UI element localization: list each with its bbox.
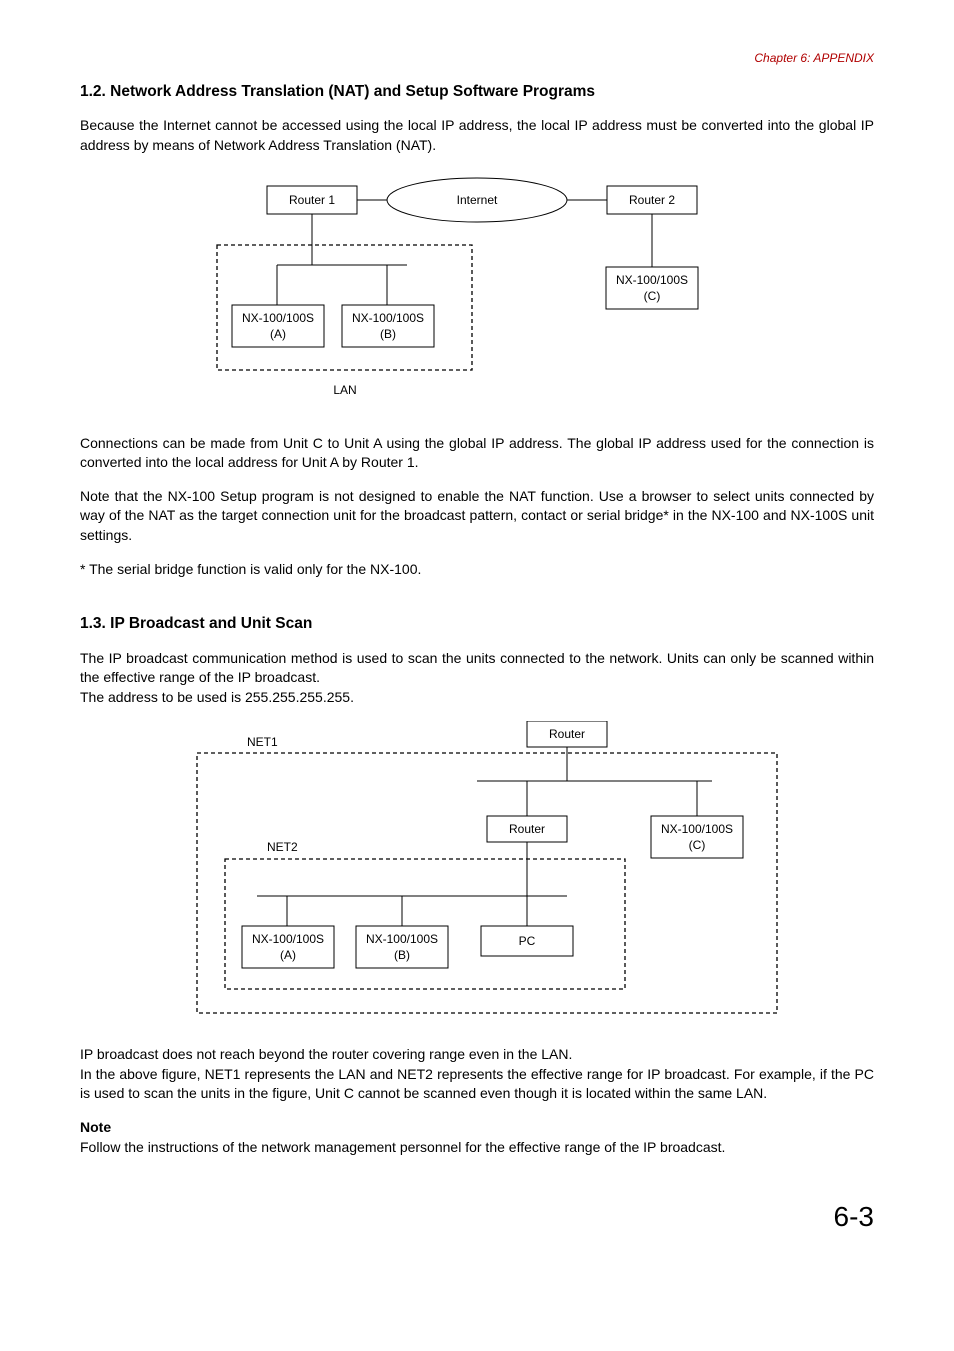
nx-a2-label-2: (A) <box>280 948 296 962</box>
chapter-header: Chapter 6: APPENDIX <box>80 50 874 67</box>
section-1-3-p1b: The address to be used is 255.255.255.25… <box>80 688 874 708</box>
section-1-2-p2: Connections can be made from Unit C to U… <box>80 434 874 473</box>
note-text: Follow the instructions of the network m… <box>80 1138 874 1158</box>
nat-diagram: Internet Router 1 Router 2 NX-100/100S (… <box>207 170 747 410</box>
nx-c-label-1: NX-100/100S <box>616 273 688 287</box>
section-1-3-p2b: In the above figure, NET1 represents the… <box>80 1065 874 1104</box>
nx-b2-label-2: (B) <box>394 948 410 962</box>
section-1-2-p3: Note that the NX-100 Setup program is no… <box>80 487 874 546</box>
page-number: 6-3 <box>80 1197 874 1236</box>
broadcast-diagram: NET1 Router Router NX-100/100S (C) NET2 … <box>157 721 797 1021</box>
nx-a-label-1: NX-100/100S <box>242 311 314 325</box>
nx-a2-label-1: NX-100/100S <box>252 932 324 946</box>
section-1-3-heading: 1.3. IP Broadcast and Unit Scan <box>80 613 874 635</box>
section-1-3-p1: The IP broadcast communication method is… <box>80 649 874 688</box>
nx-c-label-2: (C) <box>644 289 661 303</box>
nx-b-label-2: (B) <box>380 327 396 341</box>
router-top-label: Router <box>549 727 585 741</box>
nx-a-label-2: (A) <box>270 327 286 341</box>
nx-b-label-1: NX-100/100S <box>352 311 424 325</box>
section-1-2-footnote: * The serial bridge function is valid on… <box>80 560 874 580</box>
router1-label: Router 1 <box>289 193 335 207</box>
section-1-2-intro: Because the Internet cannot be accessed … <box>80 116 874 155</box>
section-1-3-p2a: IP broadcast does not reach beyond the r… <box>80 1045 874 1065</box>
lan-label: LAN <box>333 383 356 397</box>
nx-c2-label-2: (C) <box>689 838 706 852</box>
nx-c2-label-1: NX-100/100S <box>661 822 733 836</box>
nx-b2-label-1: NX-100/100S <box>366 932 438 946</box>
section-1-2-heading: 1.2. Network Address Translation (NAT) a… <box>80 81 874 103</box>
pc-label: PC <box>519 934 536 948</box>
net2-label: NET2 <box>267 840 298 854</box>
router-mid-label: Router <box>509 822 545 836</box>
internet-label: Internet <box>457 193 498 207</box>
router2-label: Router 2 <box>629 193 675 207</box>
note-heading: Note <box>80 1118 874 1138</box>
net1-label: NET1 <box>247 735 278 749</box>
